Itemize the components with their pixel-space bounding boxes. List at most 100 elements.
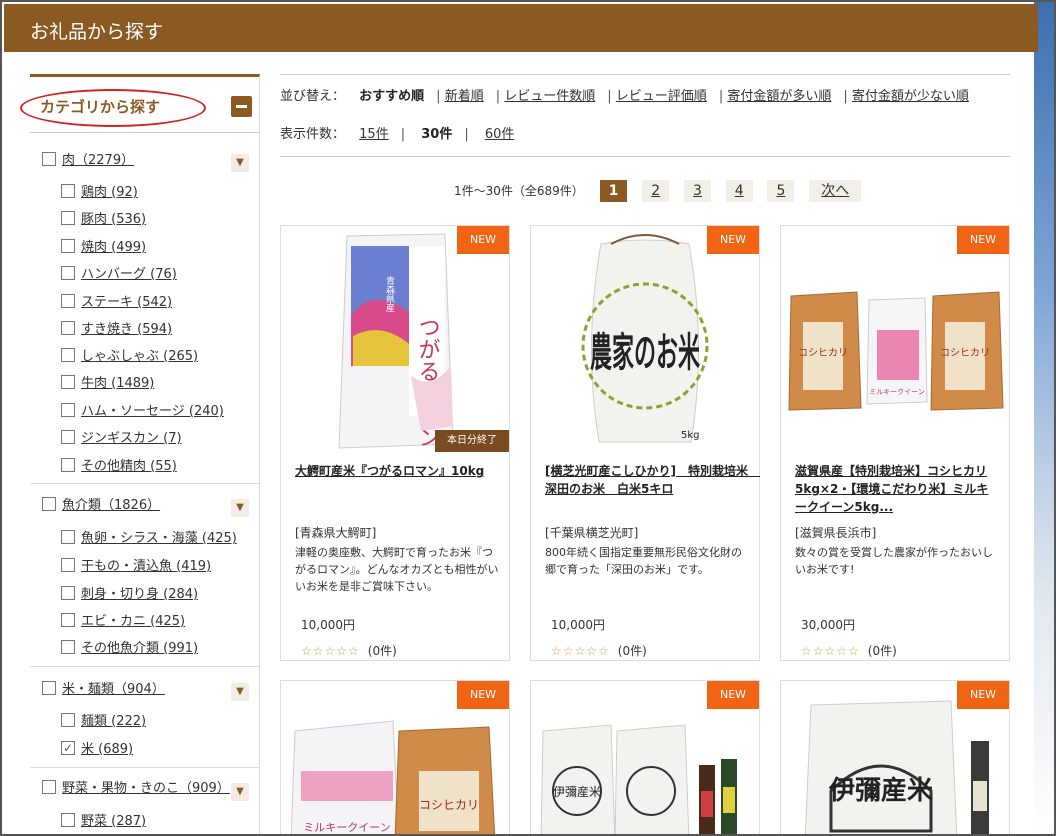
divider [30,767,260,768]
bag-label-text: コシヒカリ [798,347,848,359]
product-title[interactable]: 大鰐町産米『つがるロマン』10kg [295,462,499,480]
product-title[interactable]: 滋賀県産【特別栽培米】コシヒカリ5kg×2・【環境こだわり米】ミルキークイーン5… [795,462,999,516]
chevron-down-icon[interactable]: ▼ [231,683,249,701]
count-bar: 表示件数： 15件 | 30件 | 60件 [280,127,515,142]
sort-option-review-count[interactable]: レビュー件数順 [504,89,595,104]
sidebar-item[interactable]: その他魚介類 (991) [61,639,198,659]
category-group-seafood[interactable]: 魚介類（1826） [42,496,160,516]
rating-stars: ☆☆☆☆☆ (0件) [301,644,397,658]
sidebar-item[interactable]: ステーキ (542) [61,293,172,313]
bag-label-text: ミルキークイーン [869,388,925,396]
sort-option-recommended[interactable]: おすすめ順 [359,89,424,104]
sidebar-item[interactable]: エビ・カニ (425) [61,612,185,632]
sidebar-item[interactable]: 豚肉 (536) [61,210,146,230]
count-option-30[interactable]: 30件 [421,127,452,142]
sidebar-item[interactable]: ハンバーグ (76) [61,265,177,285]
product-card[interactable]: 農家のお米 5kg NEW [横芝光町産こしひかり] 特別栽培米 深田のお米 白… [530,225,760,661]
new-badge: NEW [457,681,509,709]
category-sidebar: カテゴリから探す 肉（2279） ▼ 鶏肉 (92) 豚肉 (536) 焼肉 (… [20,74,260,834]
bag-label-text: コシヒカリ [419,798,479,812]
sidebar-item[interactable]: 焼肉 (499) [61,238,146,258]
chevron-down-icon[interactable]: ▼ [231,499,249,517]
sort-label: 並び替え： [280,89,346,104]
rating-stars: ☆☆☆☆☆ (0件) [551,644,647,658]
bag-weight-text: 5kg [681,430,700,441]
product-card[interactable]: ミルキークイーン コシヒカリ NEW [280,680,510,834]
chevron-down-icon[interactable]: ▼ [231,783,249,801]
count-label: 表示件数： [280,127,346,142]
product-image[interactable]: 農家のお米 5kg [531,226,759,452]
bag-label-text: ミルキークイーン [303,821,390,834]
product-region: [滋賀県長浜市] [795,526,877,540]
product-card[interactable]: 伊彌産米 NEW [530,680,760,834]
bag-top-text: 青森県産 [384,275,395,313]
new-badge: NEW [707,681,759,709]
count-option-60[interactable]: 60件 [485,127,515,142]
category-group-meat[interactable]: 肉（2279） [42,151,134,171]
sidebar-item[interactable]: ハム・ソーセージ (240) [61,402,224,422]
collapse-button[interactable] [231,96,252,117]
count-option-15[interactable]: 15件 [359,127,389,142]
sidebar-item[interactable]: 刺身・切り身 (284) [61,585,198,605]
sidebar-item[interactable]: 野菜 (287) [61,812,146,832]
sidebar-item[interactable]: しゃぶしゃぶ (265) [61,347,198,367]
product-region: [千葉県横芝光町] [545,526,639,540]
chevron-down-icon[interactable]: ▼ [231,154,249,172]
divider [280,156,1010,157]
sidebar-item[interactable]: 麺類 (222) [61,712,146,732]
result-count: 1件〜30件（全689件） [454,184,584,198]
next-page-button[interactable]: 次へ [809,180,862,202]
divider [30,666,260,667]
product-description: 数々の賞を受賞した農家が作ったおいしいお米です! [795,546,993,576]
product-card[interactable]: 伊彌産米 NEW [780,680,1010,834]
sidebar-item[interactable]: 鶏肉 (92) [61,183,138,203]
product-image[interactable]: コシヒカリ ミルキークイーン コシヒカリ [781,226,1009,452]
sidebar-item[interactable]: 魚卵・シラス・海藻 (425) [61,529,237,549]
sort-option-review-rating[interactable]: レビュー評価順 [616,89,707,104]
rating-stars: ☆☆☆☆☆ (0件) [801,644,897,658]
divider [30,483,260,484]
soldout-badge: 本日分終了 [435,430,509,452]
page-1[interactable]: 1 [599,180,628,202]
new-badge: NEW [957,681,1009,709]
new-badge: NEW [707,226,759,254]
product-price: 10,000円 [301,618,355,632]
new-badge: NEW [957,226,1009,254]
bag-label-text: 伊彌産米 [553,784,601,799]
bag-label-text: コシヒカリ [940,347,990,359]
sidebar-item[interactable]: ジンギスカン (7) [61,429,182,449]
pagination: 1件〜30件（全689件） 1 2 3 4 5 次へ [454,180,872,202]
category-group-rice[interactable]: 米・麺類（904） [42,680,165,700]
product-region: [青森県大鰐町] [295,526,377,540]
sidebar-item[interactable]: 干もの・漬込魚 (419) [61,557,211,577]
sidebar-item[interactable]: すき焼き (594) [61,320,172,340]
red-circle-annotation [20,89,206,127]
product-title[interactable]: [横芝光町産こしひかり] 特別栽培米 深田のお米 白米5キロ [545,462,760,498]
product-description: 800年続く国指定重要無形民俗文化財の郷で育った「深田のお米」です。 [545,546,742,576]
product-image[interactable]: つがるロマン 青森県産 [281,226,509,452]
sidebar-item[interactable]: 牛肉 (1489) [61,374,154,394]
sort-option-newest[interactable]: 新着順 [445,89,484,104]
category-header: カテゴリから探す [20,77,260,133]
product-card[interactable]: コシヒカリ ミルキークイーン コシヒカリ NEW 滋賀県産【特別栽培米】コシヒカ… [780,225,1010,661]
product-price: 30,000円 [801,618,855,632]
page-header: お礼品から探す [4,4,1038,52]
product-description: 津軽の奥座敷、大鰐町で育ったお米『つがるロマン』。どんなオカズとも相性がいいお米… [295,546,499,593]
bag-label-text: 農家のお米 [590,330,700,376]
product-card[interactable]: つがるロマン 青森県産 NEW 本日分終了 大鰐町産米『つがるロマン』10kg … [280,225,510,661]
sort-bar: 並び替え： おすすめ順 | 新着順 | レビュー件数順 | レビュー評価順 | 寄付金額… [280,89,969,104]
page-title: お礼品から探す [30,21,164,43]
sidebar-item-rice-checked[interactable]: 米 (689) [61,738,133,760]
page-4[interactable]: 4 [725,180,753,202]
background-photo-strip [1034,2,1054,834]
bag-label-text: 伊彌産米 [828,775,933,806]
checkbox[interactable] [42,152,56,166]
divider [280,74,1010,75]
category-group-vegetables[interactable]: 野菜・果物・きのこ（909） [42,779,230,799]
page-5[interactable]: 5 [767,180,795,202]
sort-option-price-low[interactable]: 寄付金額が少ない順 [852,89,969,104]
sort-option-price-high[interactable]: 寄付金額が多い順 [727,89,831,104]
page-3[interactable]: 3 [683,180,711,202]
sidebar-item[interactable]: その他精肉 (55) [61,457,177,477]
page-2[interactable]: 2 [642,180,670,202]
